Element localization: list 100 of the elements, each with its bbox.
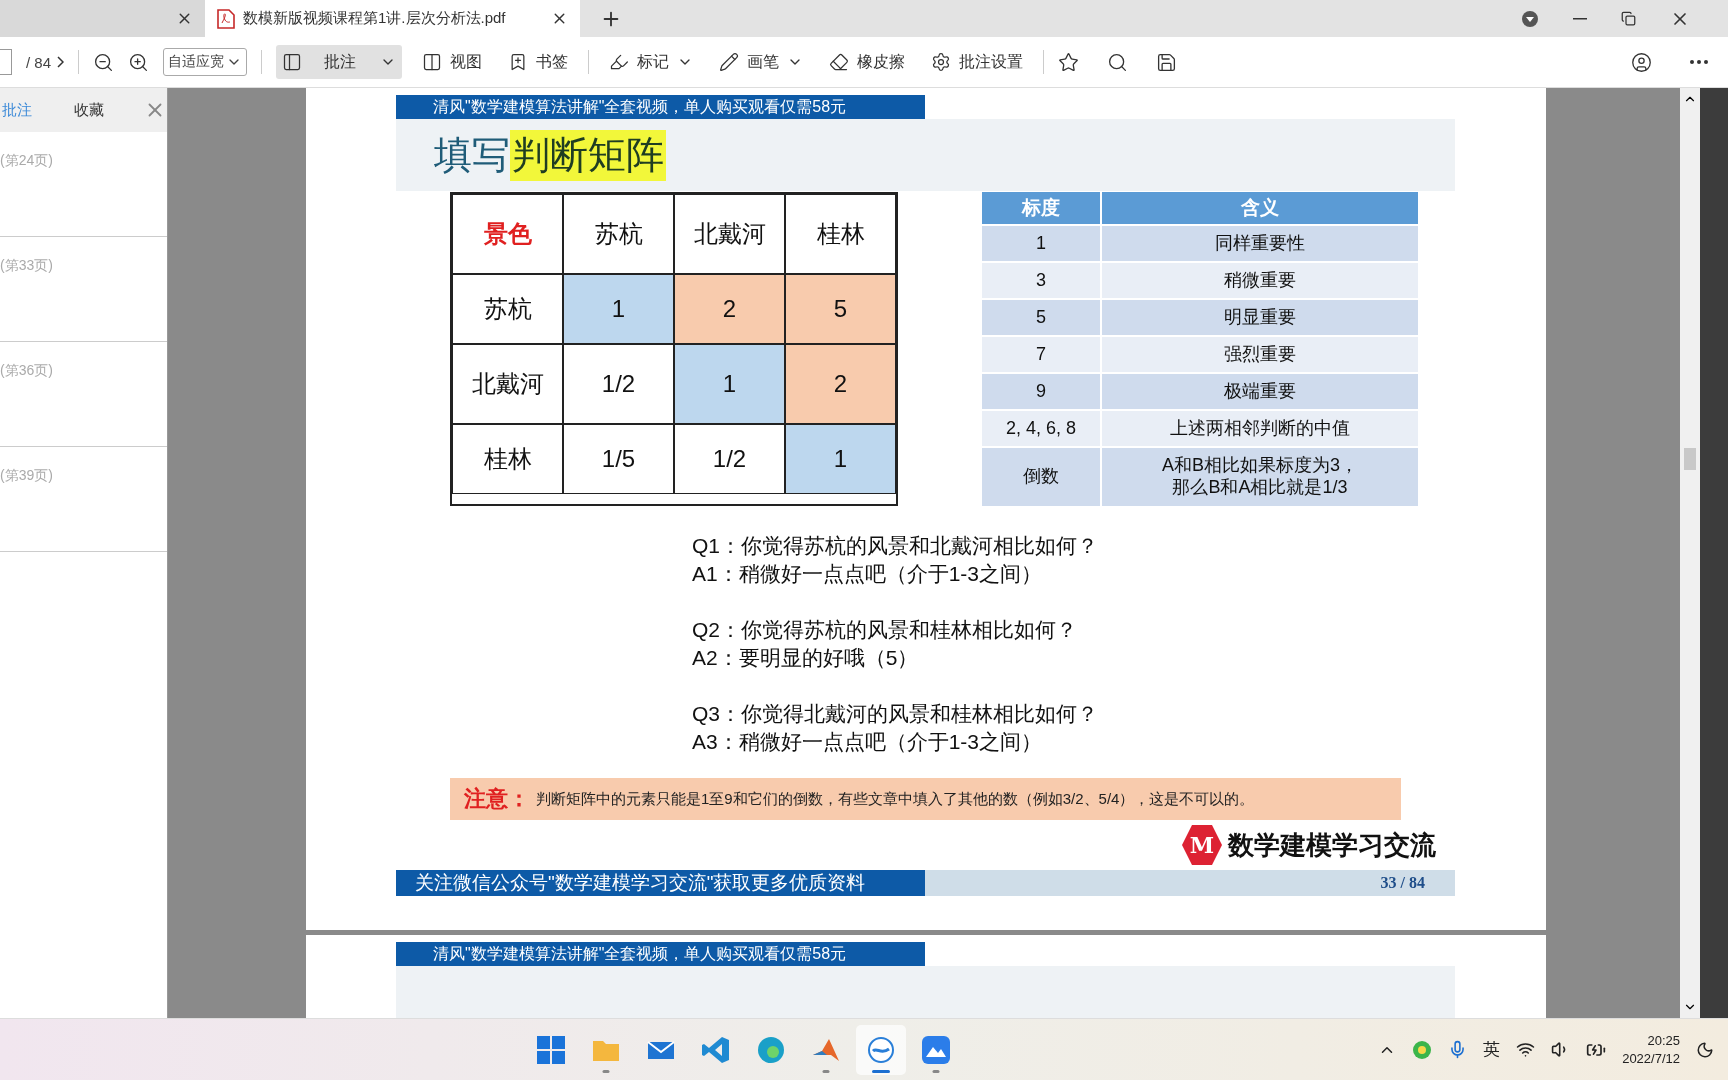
table-cell: 9 (982, 374, 1100, 409)
zoom-out-icon (93, 51, 115, 73)
page-number-field[interactable] (0, 49, 12, 75)
matrix-cell: 1 (674, 344, 785, 424)
minimize-icon (1573, 17, 1587, 20)
wave-app-icon (866, 1034, 896, 1065)
moon-icon[interactable] (1696, 1040, 1714, 1059)
promo-banner: 清风"数学建模算法讲解"全套视频，单人购买观看仅需58元 (396, 95, 925, 119)
minimize-button[interactable] (1573, 17, 1587, 20)
logo-text: 数学建模学习交流 (1228, 828, 1436, 862)
logo-mark: M (1182, 825, 1222, 865)
matrix-cell: 北戴河 (452, 344, 563, 424)
question-text: Q1：你觉得苏杭的风景和北戴河相比如何？ (692, 533, 1099, 559)
next-page-button[interactable] (57, 56, 65, 68)
promo-banner: 清风"数学建模算法讲解"全套视频，单人购买观看仅需58元 (396, 942, 925, 966)
table-cell: 稍微重要 (1102, 263, 1418, 298)
search-button[interactable] (1107, 51, 1129, 73)
restore-button[interactable] (1621, 11, 1636, 26)
notice-text: 判断矩阵中的元素只能是1至9和它们的倒数，有些文章中填入了其他的数（例如3/2、5/4），这是不可以的。 (536, 789, 1255, 809)
matrix-cell: 5 (785, 274, 896, 344)
slide-page-number: 33 / 84 (1380, 873, 1426, 893)
footer-text: 关注微信公众号"数学建模学习交流"获取更多优质资料 (396, 870, 925, 896)
restore-icon (1621, 11, 1636, 26)
table-cell: 上述两相邻判断的中值 (1102, 411, 1418, 446)
eraser-icon (829, 52, 850, 72)
pencil-icon (719, 52, 740, 72)
page-total: / 84 (26, 53, 52, 71)
table-cell: 倒数 (982, 448, 1100, 506)
matrix-cell: 1/2 (674, 424, 785, 494)
windows-start-icon (536, 1034, 566, 1065)
scrollbar-thumb[interactable] (1684, 448, 1696, 470)
toolbar-tool-button[interactable]: 批注 (276, 45, 403, 79)
highlighter-icon (609, 52, 630, 72)
matrix-cell: 北戴河 (674, 194, 785, 274)
slide-title: 填写判断矩阵 (396, 119, 1455, 191)
account-button[interactable] (1631, 51, 1652, 73)
table-cell: A和B相比如果标度为3，那么B和A相比就是1/3 (1102, 448, 1418, 506)
table-cell: 1 (982, 226, 1100, 261)
more-button[interactable] (1690, 60, 1708, 64)
settings-icon (931, 52, 952, 72)
wifi-icon[interactable] (1516, 1040, 1536, 1059)
search-icon (1107, 51, 1129, 73)
matrix-cell: 1 (563, 274, 674, 344)
table-cell: 明显重要 (1102, 300, 1418, 335)
matrix-cell: 2 (785, 344, 896, 424)
browser-icon (756, 1034, 786, 1065)
star-button[interactable] (1058, 51, 1080, 73)
matrix-cell: 1 (785, 424, 896, 494)
clock[interactable]: 20:25 2022/7/12 (1622, 1031, 1680, 1068)
zoom-select[interactable]: 自适应宽 (163, 48, 248, 76)
chevron-right-icon (57, 56, 65, 68)
toolbar-tool-button[interactable]: 画笔 (713, 45, 810, 79)
matrix-cell: 苏杭 (563, 194, 674, 274)
dropdown-circle-icon (1521, 9, 1539, 28)
scrollbar[interactable] (1680, 88, 1700, 1018)
matrix-cell: 苏杭 (452, 274, 563, 344)
answer-text: A3：稍微好一点点吧（介于1-3之间） (692, 729, 1044, 755)
save-button[interactable] (1156, 51, 1178, 73)
table-cell: 同样重要性 (1102, 226, 1418, 261)
table-cell: 5 (982, 300, 1100, 335)
zoom-out-button[interactable] (93, 51, 115, 73)
zoom-in-icon (128, 51, 150, 73)
notice-label: 注意： (464, 785, 530, 813)
toolbar-tool-button[interactable]: 书签 (502, 45, 575, 79)
toolbar-tool-button[interactable]: 批注设置 (925, 45, 1030, 79)
table-cell: 2, 4, 6, 8 (982, 411, 1100, 446)
matrix-cell: 1/5 (563, 424, 674, 494)
toolbar-tool-button[interactable]: 视图 (416, 45, 489, 79)
pdf-file-icon (217, 8, 235, 29)
browser-tab[interactable]: 数模新版视频课程第1讲.层次分析法.pdf (205, 0, 580, 37)
code-editor-icon (701, 1034, 731, 1065)
table-cell: 强烈重要 (1102, 337, 1418, 372)
table-cell: 7 (982, 337, 1100, 372)
profile-menu-button[interactable] (1521, 9, 1539, 28)
matrix-cell: 2 (674, 274, 785, 344)
mountain-app-icon (921, 1034, 951, 1065)
answer-text: A1：稍微好一点点吧（介于1-3之间） (692, 561, 1044, 587)
more-icon (1690, 60, 1708, 64)
panel-icon (282, 52, 303, 72)
zoom-in-button[interactable] (128, 51, 150, 73)
table-cell: 极端重要 (1102, 374, 1418, 409)
table-header-cell: 标度 (982, 192, 1100, 224)
columns-icon (422, 52, 443, 72)
matrix-cell: 桂林 (785, 194, 896, 274)
taskbar-app-button[interactable] (856, 1024, 906, 1075)
table-header-cell: 含义 (1102, 192, 1418, 224)
star-icon (1058, 51, 1080, 73)
question-text: Q2：你觉得苏杭的风景和桂林相比如何？ (692, 617, 1078, 643)
user-icon (1631, 51, 1652, 73)
toolbar-tool-button[interactable]: 标记 (603, 45, 700, 79)
toolbar-tool-button[interactable]: 橡皮擦 (823, 45, 912, 79)
question-text: Q3：你觉得北戴河的风景和桂林相比如何？ (692, 701, 1099, 727)
tab-title: 数模新版视频课程第1讲.层次分析法.pdf (243, 9, 507, 28)
table-cell: 3 (982, 263, 1100, 298)
sidebar-tab[interactable]: 收藏 (72, 100, 106, 120)
save-icon (1156, 51, 1178, 73)
answer-text: A2：要明显的好哦（5） (692, 645, 920, 671)
matrix-cell: 桂林 (452, 424, 563, 494)
input-method-indicator[interactable]: 英 (1483, 1038, 1501, 1061)
matrix-cell: 1/2 (563, 344, 674, 424)
